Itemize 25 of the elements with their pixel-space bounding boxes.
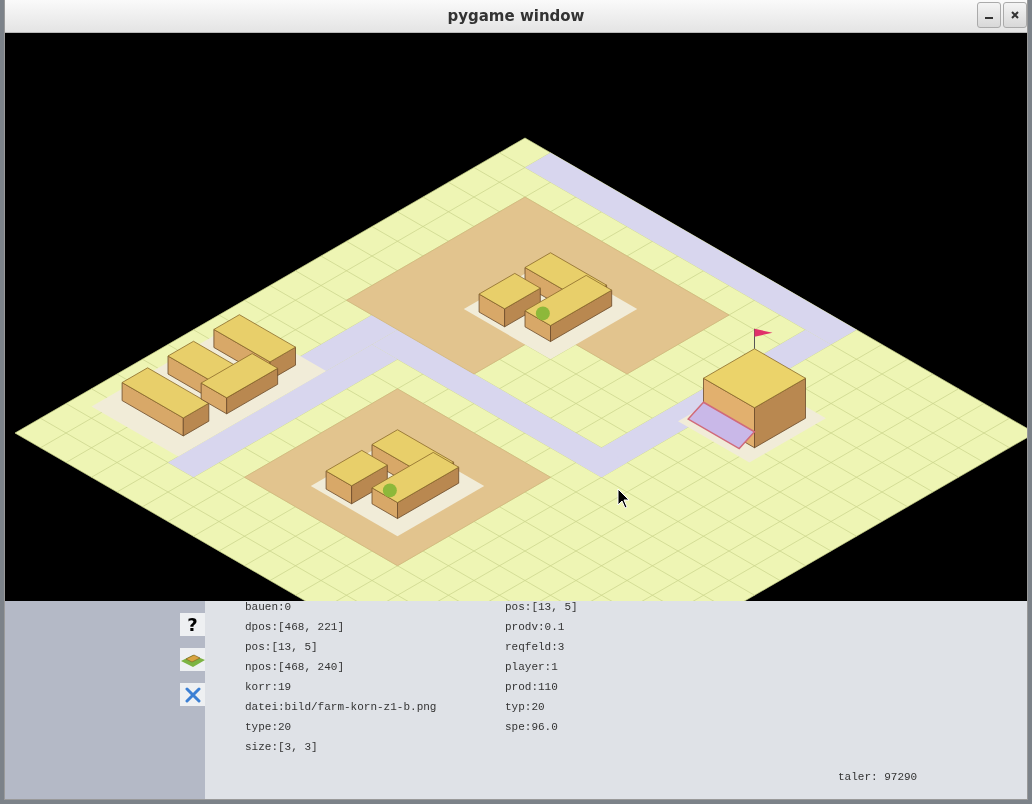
info-text: pos:[13, 5] <box>505 601 578 615</box>
close-icon <box>1011 11 1019 19</box>
info-text: type:20 <box>245 721 293 735</box>
mouse-pointer-icon <box>617 488 630 509</box>
info-text: reqfeld:3 <box>505 641 566 655</box>
info-text: pos:[13, 5] <box>245 641 319 655</box>
info-text: korr:19 <box>245 681 293 695</box>
tools-button[interactable] <box>180 683 205 706</box>
info-text: prodv:0.1 <box>505 621 566 635</box>
info-text: npos:[468, 240] <box>245 661 346 675</box>
info-text: dpos:[468, 221] <box>245 621 346 635</box>
info-text: spe:96.0 <box>505 721 559 735</box>
game-map-view[interactable] <box>5 33 1027 601</box>
minimize-button[interactable] <box>977 2 1001 28</box>
close-button[interactable] <box>1003 2 1027 28</box>
info-text: typ:20 <box>505 701 546 715</box>
farm-build-button[interactable] <box>180 648 205 671</box>
money-text: taler: 97290 <box>838 771 918 783</box>
info-text: prod:110 <box>505 681 559 695</box>
info-text: player:1 <box>505 661 559 675</box>
info-text: bauen:0 <box>245 601 293 615</box>
info-text: size:[3, 3] <box>245 741 319 755</box>
window-title: pygame window <box>447 7 585 25</box>
help-button[interactable]: ? <box>180 613 205 636</box>
info-text: datei:bild/farm-korn-z1-b.png <box>245 701 438 715</box>
